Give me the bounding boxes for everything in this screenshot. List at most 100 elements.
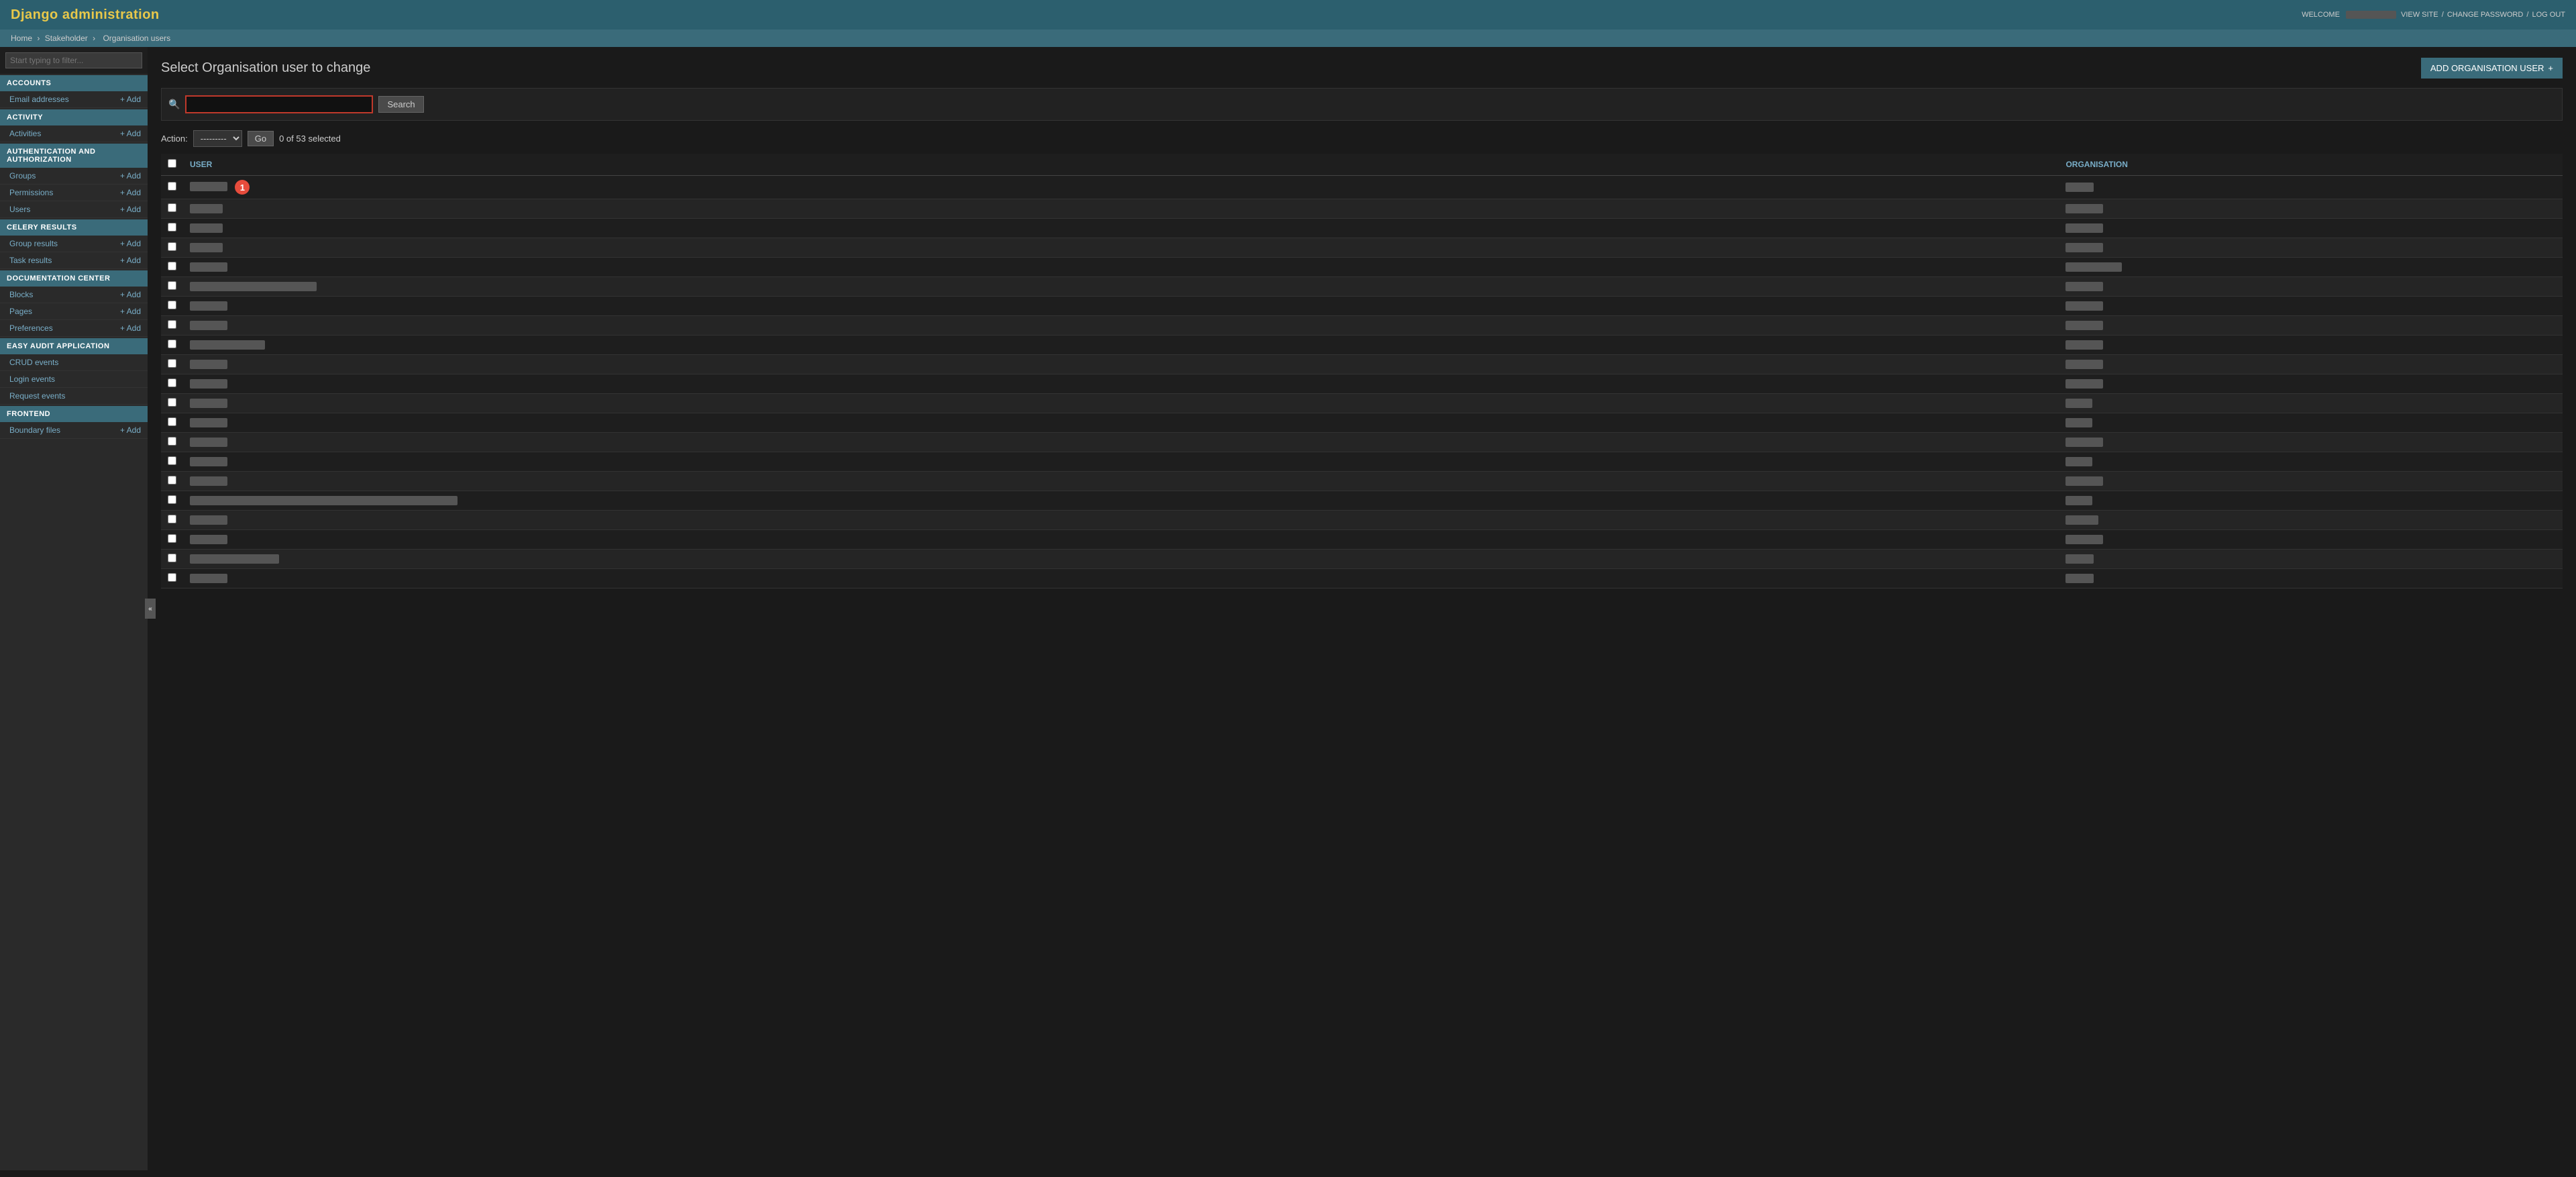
- sidebar-item-groups[interactable]: Groups + Add: [0, 168, 148, 185]
- row-user-cell[interactable]: [183, 219, 2059, 238]
- row-checkbox[interactable]: [168, 203, 176, 212]
- row-user-cell[interactable]: [183, 472, 2059, 491]
- row-checkbox[interactable]: [168, 281, 176, 290]
- row-user-cell[interactable]: [183, 316, 2059, 336]
- row-checkbox[interactable]: [168, 417, 176, 426]
- breadcrumb-home[interactable]: Home: [11, 34, 32, 43]
- go-button[interactable]: Go: [248, 131, 274, 146]
- sidebar-link-email-addresses[interactable]: Email addresses: [9, 95, 69, 104]
- row-checkbox[interactable]: [168, 554, 176, 562]
- col-user[interactable]: USER: [183, 154, 2059, 176]
- row-checkbox-cell[interactable]: [161, 452, 183, 472]
- row-checkbox-cell[interactable]: [161, 569, 183, 588]
- row-checkbox-cell[interactable]: [161, 316, 183, 336]
- sidebar-link-group-results[interactable]: Group results: [9, 239, 58, 248]
- row-checkbox-cell[interactable]: [161, 374, 183, 394]
- row-checkbox[interactable]: [168, 242, 176, 251]
- action-select[interactable]: ---------: [193, 130, 242, 147]
- row-user-cell[interactable]: [183, 452, 2059, 472]
- row-user-cell[interactable]: [183, 550, 2059, 569]
- row-checkbox[interactable]: [168, 515, 176, 523]
- row-checkbox-cell[interactable]: [161, 176, 183, 199]
- sidebar-add-group-results[interactable]: + Add: [120, 239, 141, 248]
- row-checkbox[interactable]: [168, 456, 176, 465]
- row-checkbox-cell[interactable]: [161, 394, 183, 413]
- sidebar-add-boundary-files[interactable]: + Add: [120, 425, 141, 435]
- sidebar-add-activities[interactable]: + Add: [120, 129, 141, 138]
- log-out-link[interactable]: LOG OUT: [2532, 11, 2565, 19]
- sidebar-add-preferences[interactable]: + Add: [120, 323, 141, 333]
- row-checkbox-cell[interactable]: [161, 530, 183, 550]
- row-checkbox-cell[interactable]: [161, 219, 183, 238]
- row-checkbox[interactable]: [168, 262, 176, 270]
- row-checkbox-cell[interactable]: [161, 199, 183, 219]
- sidebar-filter-input[interactable]: [5, 52, 142, 68]
- sidebar-item-permissions[interactable]: Permissions + Add: [0, 185, 148, 201]
- row-checkbox[interactable]: [168, 182, 176, 191]
- site-title[interactable]: Django administration: [11, 7, 160, 23]
- select-all-header[interactable]: [161, 154, 183, 176]
- row-checkbox[interactable]: [168, 378, 176, 387]
- row-checkbox-cell[interactable]: [161, 472, 183, 491]
- sidebar-link-crud-events[interactable]: CRUD events: [9, 358, 58, 367]
- row-user-cell[interactable]: [183, 569, 2059, 588]
- row-user-cell[interactable]: [183, 297, 2059, 316]
- row-checkbox-cell[interactable]: [161, 550, 183, 569]
- row-checkbox[interactable]: [168, 573, 176, 582]
- row-checkbox[interactable]: [168, 340, 176, 348]
- sidebar-link-preferences[interactable]: Preferences: [9, 323, 53, 333]
- row-checkbox[interactable]: [168, 223, 176, 232]
- change-password-link[interactable]: CHANGE PASSWORD: [2447, 11, 2523, 19]
- row-checkbox[interactable]: [168, 301, 176, 309]
- row-checkbox-cell[interactable]: [161, 336, 183, 355]
- row-checkbox-cell[interactable]: [161, 491, 183, 511]
- row-checkbox[interactable]: [168, 320, 176, 329]
- sidebar-collapse-button[interactable]: «: [145, 599, 156, 619]
- row-user-cell[interactable]: [183, 199, 2059, 219]
- sidebar-item-task-results[interactable]: Task results + Add: [0, 252, 148, 269]
- search-button[interactable]: Search: [378, 96, 423, 113]
- select-all-checkbox[interactable]: [168, 159, 176, 168]
- sidebar-add-email-addresses[interactable]: + Add: [120, 95, 141, 104]
- sidebar-item-email-addresses[interactable]: Email addresses + Add: [0, 91, 148, 108]
- row-user-cell[interactable]: [183, 374, 2059, 394]
- search-input[interactable]: [185, 95, 373, 113]
- row-checkbox-cell[interactable]: [161, 277, 183, 297]
- row-checkbox[interactable]: [168, 495, 176, 504]
- sidebar-add-users[interactable]: + Add: [120, 205, 141, 214]
- row-checkbox-cell[interactable]: [161, 413, 183, 433]
- sidebar-link-request-events[interactable]: Request events: [9, 391, 65, 401]
- sidebar-link-permissions[interactable]: Permissions: [9, 188, 53, 197]
- row-user-cell[interactable]: [183, 433, 2059, 452]
- sidebar-link-login-events[interactable]: Login events: [9, 374, 55, 384]
- row-user-cell[interactable]: [183, 511, 2059, 530]
- row-user-cell[interactable]: [183, 238, 2059, 258]
- sidebar-item-blocks[interactable]: Blocks + Add: [0, 287, 148, 303]
- row-user-cell[interactable]: [183, 355, 2059, 374]
- sidebar-link-users[interactable]: Users: [9, 205, 30, 214]
- row-checkbox-cell[interactable]: [161, 258, 183, 277]
- sidebar-item-request-events[interactable]: Request events: [0, 388, 148, 405]
- sidebar-add-blocks[interactable]: + Add: [120, 290, 141, 299]
- sidebar-link-groups[interactable]: Groups: [9, 171, 36, 181]
- add-organisation-user-button[interactable]: ADD ORGANISATION USER +: [2421, 58, 2563, 79]
- row-checkbox[interactable]: [168, 398, 176, 407]
- row-user-cell[interactable]: 1: [183, 176, 2059, 199]
- sidebar-item-group-results[interactable]: Group results + Add: [0, 236, 148, 252]
- sidebar-item-pages[interactable]: Pages + Add: [0, 303, 148, 320]
- sidebar-add-task-results[interactable]: + Add: [120, 256, 141, 265]
- sidebar-link-boundary-files[interactable]: Boundary files: [9, 425, 60, 435]
- row-checkbox-cell[interactable]: [161, 433, 183, 452]
- sidebar-item-users[interactable]: Users + Add: [0, 201, 148, 218]
- col-organisation[interactable]: ORGANISATION: [2059, 154, 2563, 176]
- row-checkbox-cell[interactable]: [161, 238, 183, 258]
- row-user-cell[interactable]: [183, 530, 2059, 550]
- sidebar-link-pages[interactable]: Pages: [9, 307, 32, 316]
- sidebar-item-boundary-files[interactable]: Boundary files + Add: [0, 422, 148, 439]
- sidebar-item-preferences[interactable]: Preferences + Add: [0, 320, 148, 337]
- row-checkbox-cell[interactable]: [161, 297, 183, 316]
- row-checkbox[interactable]: [168, 359, 176, 368]
- sidebar-item-crud-events[interactable]: CRUD events: [0, 354, 148, 371]
- sidebar-add-pages[interactable]: + Add: [120, 307, 141, 316]
- sidebar-link-activities[interactable]: Activities: [9, 129, 41, 138]
